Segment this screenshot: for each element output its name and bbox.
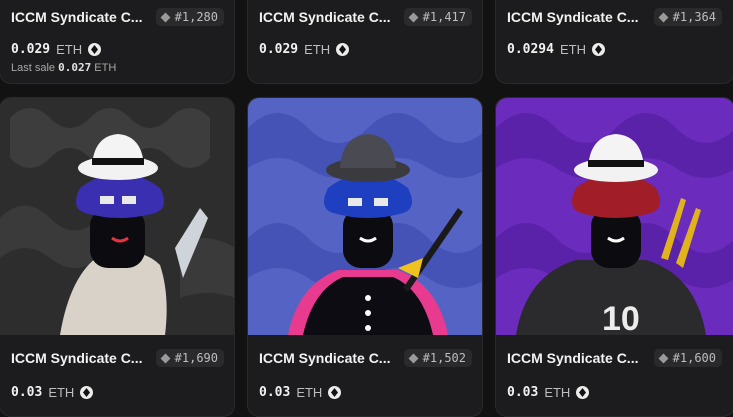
nft-image[interactable]: 10: [496, 98, 733, 335]
nft-card-5[interactable]: ICCM Syndicate C... #1,502 0.03 ETH: [247, 97, 483, 417]
rank-value: #1,364: [672, 10, 716, 24]
nft-card-4[interactable]: ICCM Syndicate C... #1,690 0.03 ETH: [0, 97, 235, 417]
price-currency: ETH: [559, 41, 586, 57]
nft-image[interactable]: [248, 98, 482, 335]
price-row: 0.0294 ETH: [507, 39, 605, 59]
nft-name[interactable]: ICCM Syndicate C...: [259, 350, 390, 366]
card-title-row: ICCM Syndicate C... #1,280: [11, 7, 224, 27]
card-title-row: ICCM Syndicate C... #1,417: [259, 7, 472, 27]
price-row: 0.029 ETH: [259, 39, 350, 59]
jersey-number: 10: [602, 300, 640, 335]
price-currency: ETH: [48, 384, 75, 400]
price-currency: ETH: [296, 384, 323, 400]
diamond-icon: [658, 353, 669, 363]
eth-icon: [88, 42, 102, 56]
rank-badge: #1,280: [155, 8, 224, 26]
last-sale-currency: ETH: [94, 62, 117, 74]
nft-card-2[interactable]: ICCM Syndicate C... #1,417 0.029 ETH: [247, 0, 483, 84]
price-value: 0.0294: [507, 41, 554, 57]
price-row: 0.03 ETH: [507, 382, 590, 402]
price-row: 0.03 ETH: [11, 382, 94, 402]
last-sale-label: Last sale: [11, 62, 56, 74]
rank-badge: #1,364: [653, 8, 722, 26]
nft-name[interactable]: ICCM Syndicate C...: [11, 350, 142, 366]
card-title-row: ICCM Syndicate C... #1,600: [507, 348, 722, 368]
rank-value: #1,690: [174, 351, 218, 365]
price-value: 0.03: [507, 384, 539, 400]
nft-name[interactable]: ICCM Syndicate C...: [507, 9, 638, 25]
nft-image[interactable]: [0, 98, 234, 335]
price-value: 0.029: [259, 41, 299, 57]
rank-badge: #1,502: [403, 349, 472, 367]
rank-badge: #1,690: [155, 349, 224, 367]
diamond-icon: [160, 353, 171, 363]
last-sale-value: 0.027: [58, 61, 92, 74]
diamond-icon: [160, 12, 171, 22]
card-title-row: ICCM Syndicate C... #1,690: [11, 348, 224, 368]
price-value: 0.03: [259, 384, 291, 400]
eth-icon: [80, 385, 94, 399]
price-row: 0.03 ETH: [259, 382, 342, 402]
price-value: 0.03: [11, 384, 43, 400]
price-row: 0.029 ETH: [11, 39, 102, 59]
rank-value: #1,600: [672, 351, 716, 365]
eth-icon: [328, 385, 342, 399]
card-title-row: ICCM Syndicate C... #1,502: [259, 348, 472, 368]
nft-name[interactable]: ICCM Syndicate C...: [507, 350, 638, 366]
rank-value: #1,502: [422, 351, 466, 365]
price-currency: ETH: [304, 41, 331, 57]
last-sale: Last sale 0.027 ETH: [11, 61, 116, 74]
rank-value: #1,280: [174, 10, 218, 24]
nft-card-1[interactable]: ICCM Syndicate C... #1,280 0.029 ETH Las…: [0, 0, 235, 84]
eth-icon: [336, 42, 350, 56]
price-currency: ETH: [544, 384, 571, 400]
diamond-icon: [408, 12, 419, 22]
diamond-icon: [408, 353, 419, 363]
nft-name[interactable]: ICCM Syndicate C...: [11, 9, 142, 25]
rank-badge: #1,417: [403, 8, 472, 26]
diamond-icon: [658, 12, 669, 22]
eth-icon: [576, 385, 590, 399]
card-title-row: ICCM Syndicate C... #1,364: [507, 7, 722, 27]
rank-badge: #1,600: [653, 349, 722, 367]
nft-card-3[interactable]: ICCM Syndicate C... #1,364 0.0294 ETH: [495, 0, 733, 84]
price-value: 0.029: [11, 41, 51, 57]
nft-card-6[interactable]: 10 ICCM Syndicate C... #1,600 0.03 ETH: [495, 97, 733, 417]
rank-value: #1,417: [422, 10, 466, 24]
price-currency: ETH: [56, 41, 83, 57]
nft-name[interactable]: ICCM Syndicate C...: [259, 9, 390, 25]
eth-icon: [591, 42, 605, 56]
